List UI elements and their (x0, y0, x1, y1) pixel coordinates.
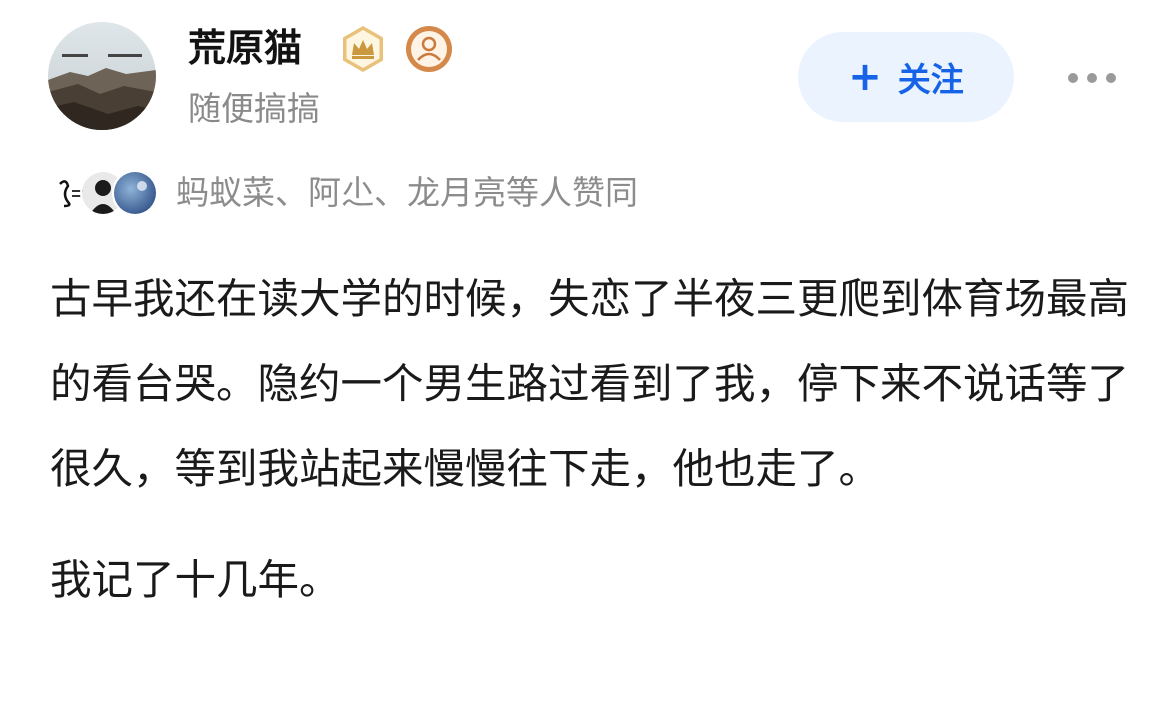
crown-badge-icon[interactable] (338, 24, 388, 74)
more-options-button[interactable] (1062, 58, 1122, 98)
follow-button[interactable]: + 关注 (798, 32, 1014, 122)
author-name[interactable]: 荒原猫 (188, 22, 302, 74)
post-body: 古早我还在读大学的时候，失恋了半夜三更爬到体育场最高的看台哭。隐约一个男生路过看… (50, 256, 1130, 622)
author-bio: 随便搞搞 (188, 89, 320, 128)
more-dots-icon (1068, 73, 1116, 83)
likers-summary[interactable]: 蚂蚁菜、阿尐、龙月亮等人赞同 (176, 168, 638, 218)
author-avatar[interactable] (48, 22, 156, 130)
post-paragraph: 我记了十几年。 (50, 555, 341, 604)
plus-icon: + (848, 54, 882, 100)
landscape-avatar-icon (48, 22, 156, 130)
liker-avatar-sky[interactable] (112, 170, 158, 216)
follow-label: 关注 (897, 60, 964, 99)
liker-avatars[interactable] (48, 170, 158, 216)
post-paragraph: 古早我还在读大学的时候，失恋了半夜三更爬到体育场最高的看台哭。隐约一个男生路过看… (50, 274, 1130, 493)
person-badge-icon[interactable] (404, 24, 454, 74)
